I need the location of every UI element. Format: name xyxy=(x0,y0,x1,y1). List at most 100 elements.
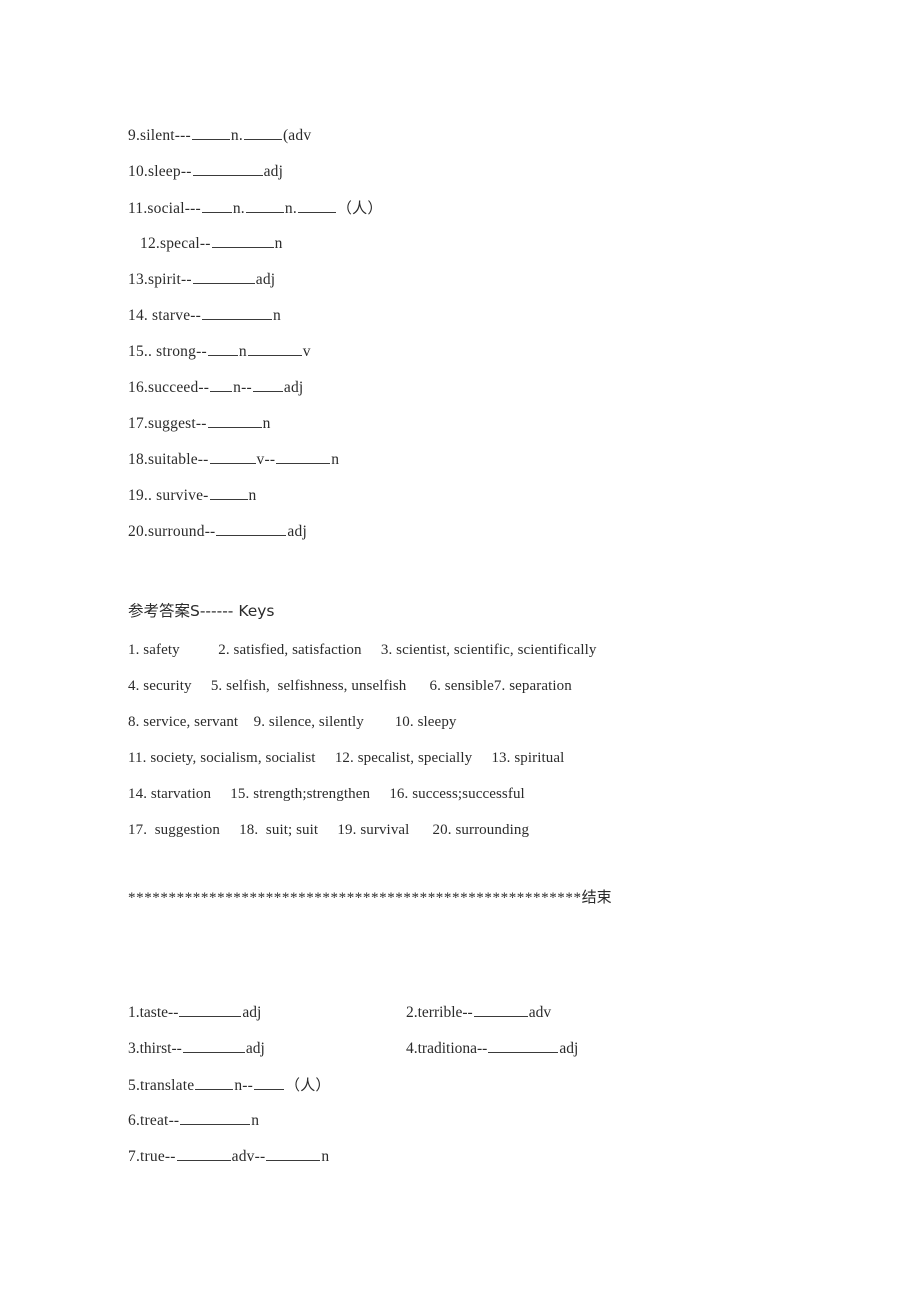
item-word: social--- xyxy=(147,200,201,217)
keys-line: 4. security 5. selfish, selfishness, uns… xyxy=(128,678,572,694)
exercise-item: 16.succeed-- n-- adj xyxy=(128,370,828,406)
item-word: thirst-- xyxy=(139,1040,182,1057)
answer-blank[interactable] xyxy=(179,1001,242,1017)
item-tail: adj xyxy=(287,523,307,540)
exercise-item: 2.terrible-- adv xyxy=(406,995,828,1031)
item-word: sleep-- xyxy=(147,163,192,180)
item-word: true-- xyxy=(140,1148,176,1165)
answer-blank[interactable] xyxy=(201,197,232,213)
item-word: surround-- xyxy=(147,523,216,540)
answer-blank[interactable] xyxy=(202,304,272,320)
keys-line: 8. service, servant 9. silence, silently… xyxy=(128,714,457,730)
item-number: 14. xyxy=(128,307,148,324)
item-number: 20. xyxy=(128,523,148,540)
item-word: specal-- xyxy=(159,235,211,252)
item-tail: n xyxy=(238,343,247,360)
item-word: translate xyxy=(140,1077,195,1094)
answer-blank[interactable] xyxy=(488,1037,559,1053)
item-number: 19. xyxy=(128,487,148,504)
item-word: spirit-- xyxy=(147,271,192,288)
item-tail: adj xyxy=(263,163,284,180)
item-tail: adj xyxy=(559,1040,579,1057)
exercise-list-top: 9.silent--- n. (adv 10.sleep-- adj 11.socia… xyxy=(128,118,828,550)
item-tail: adv-- xyxy=(231,1148,266,1165)
exercise-item: 15.. strong-- n v xyxy=(128,334,828,370)
keys-heading: 参考答案S------ Keys xyxy=(128,602,275,620)
answer-blank[interactable] xyxy=(192,160,263,176)
item-number: 1. xyxy=(128,1004,140,1021)
answer-blank[interactable] xyxy=(209,484,248,500)
answer-blank[interactable] xyxy=(245,197,284,213)
item-word: starve-- xyxy=(147,307,201,324)
item-tail: n xyxy=(274,235,283,252)
item-word: suggest-- xyxy=(147,415,207,432)
item-number: 11. xyxy=(128,200,148,217)
item-tail: n xyxy=(321,1148,330,1165)
exercise-item: 6.treat-- n xyxy=(128,1103,828,1139)
answer-blank[interactable] xyxy=(210,376,233,392)
item-number: 13. xyxy=(128,271,148,288)
answer-blank[interactable] xyxy=(243,124,282,140)
item-tail: n. xyxy=(284,200,297,217)
exercise-item: 20.surround-- adj xyxy=(128,514,828,550)
answer-blank[interactable] xyxy=(216,520,287,536)
item-word: . survive- xyxy=(147,487,209,504)
exercise-item: 17.suggest-- n xyxy=(128,406,828,442)
item-number: 17. xyxy=(128,415,148,432)
item-tail: adj xyxy=(255,271,276,288)
keys-line: 14. starvation 15. strength;strengthen 1… xyxy=(128,786,525,802)
item-tail-cjk: （人） xyxy=(336,199,383,217)
document-page: 9.silent--- n. (adv 10.sleep-- adj 11.socia… xyxy=(0,0,920,1302)
exercise-item: 14. starve-- n xyxy=(128,298,828,334)
answer-blank[interactable] xyxy=(297,197,336,213)
item-tail: (adv xyxy=(282,127,312,144)
item-number: 15. xyxy=(128,343,148,360)
answer-blank[interactable] xyxy=(195,1074,234,1090)
item-word: suitable-- xyxy=(147,451,209,468)
exercise-list-bottom: 1.taste-- adj 2.terrible-- adv 3.thirst-- a… xyxy=(128,995,828,1175)
item-mid: -- xyxy=(241,379,252,396)
item-word: succeed-- xyxy=(147,379,210,396)
exercise-item: 7.true-- adv-- n xyxy=(128,1139,828,1175)
item-word: taste-- xyxy=(139,1004,179,1021)
answer-blank[interactable] xyxy=(182,1037,245,1053)
answer-blank[interactable] xyxy=(247,340,302,356)
answer-blank[interactable] xyxy=(473,1001,528,1017)
item-number: 4. xyxy=(406,1040,418,1057)
item-tail: n xyxy=(262,415,271,432)
answer-blank[interactable] xyxy=(209,448,256,464)
answer-blank[interactable] xyxy=(207,340,238,356)
item-tail: n. xyxy=(232,200,245,217)
exercise-item: 19.. survive-n xyxy=(128,478,828,514)
answer-blank[interactable] xyxy=(192,268,255,284)
exercise-item: 13.spirit-- adj xyxy=(128,262,828,298)
item-number: 2. xyxy=(406,1004,418,1021)
exercise-row: 3.thirst-- adj 4.traditiona-- adj xyxy=(128,1031,828,1067)
item-tail: n xyxy=(248,487,257,504)
item-number: 10. xyxy=(128,163,148,180)
answer-blank[interactable] xyxy=(266,1145,321,1161)
answer-blank[interactable] xyxy=(180,1109,251,1125)
item-tail: adj xyxy=(242,1004,262,1021)
end-label: 结束 xyxy=(581,888,612,906)
answer-blank[interactable] xyxy=(254,1074,285,1090)
answer-blank[interactable] xyxy=(211,232,274,248)
answer-blank[interactable] xyxy=(176,1145,231,1161)
item-tail: n xyxy=(273,307,281,324)
item-word: traditiona-- xyxy=(417,1040,488,1057)
answer-blank[interactable] xyxy=(207,412,262,428)
answer-blank[interactable] xyxy=(191,124,230,140)
exercise-item: 5.translate n-- （人） xyxy=(128,1067,828,1103)
document-content: 9.silent--- n. (adv 10.sleep-- adj 11.socia… xyxy=(128,118,828,1175)
item-tail: n. xyxy=(230,127,243,144)
keys-line: 11. society, socialism, socialist 12. sp… xyxy=(128,750,565,766)
item-number: 3. xyxy=(128,1040,140,1057)
exercise-item: 18.suitable-- v-- n xyxy=(128,442,828,478)
item-word: . strong-- xyxy=(147,343,207,360)
answer-blank[interactable] xyxy=(252,376,283,392)
section-separator: ****************************************… xyxy=(128,882,828,913)
asterisk-run: ****************************************… xyxy=(128,890,582,906)
answer-blank[interactable] xyxy=(276,448,331,464)
keys-line: 17. suggestion 18. suit; suit 19. surviv… xyxy=(128,822,530,838)
item-number: 5. xyxy=(128,1077,141,1094)
